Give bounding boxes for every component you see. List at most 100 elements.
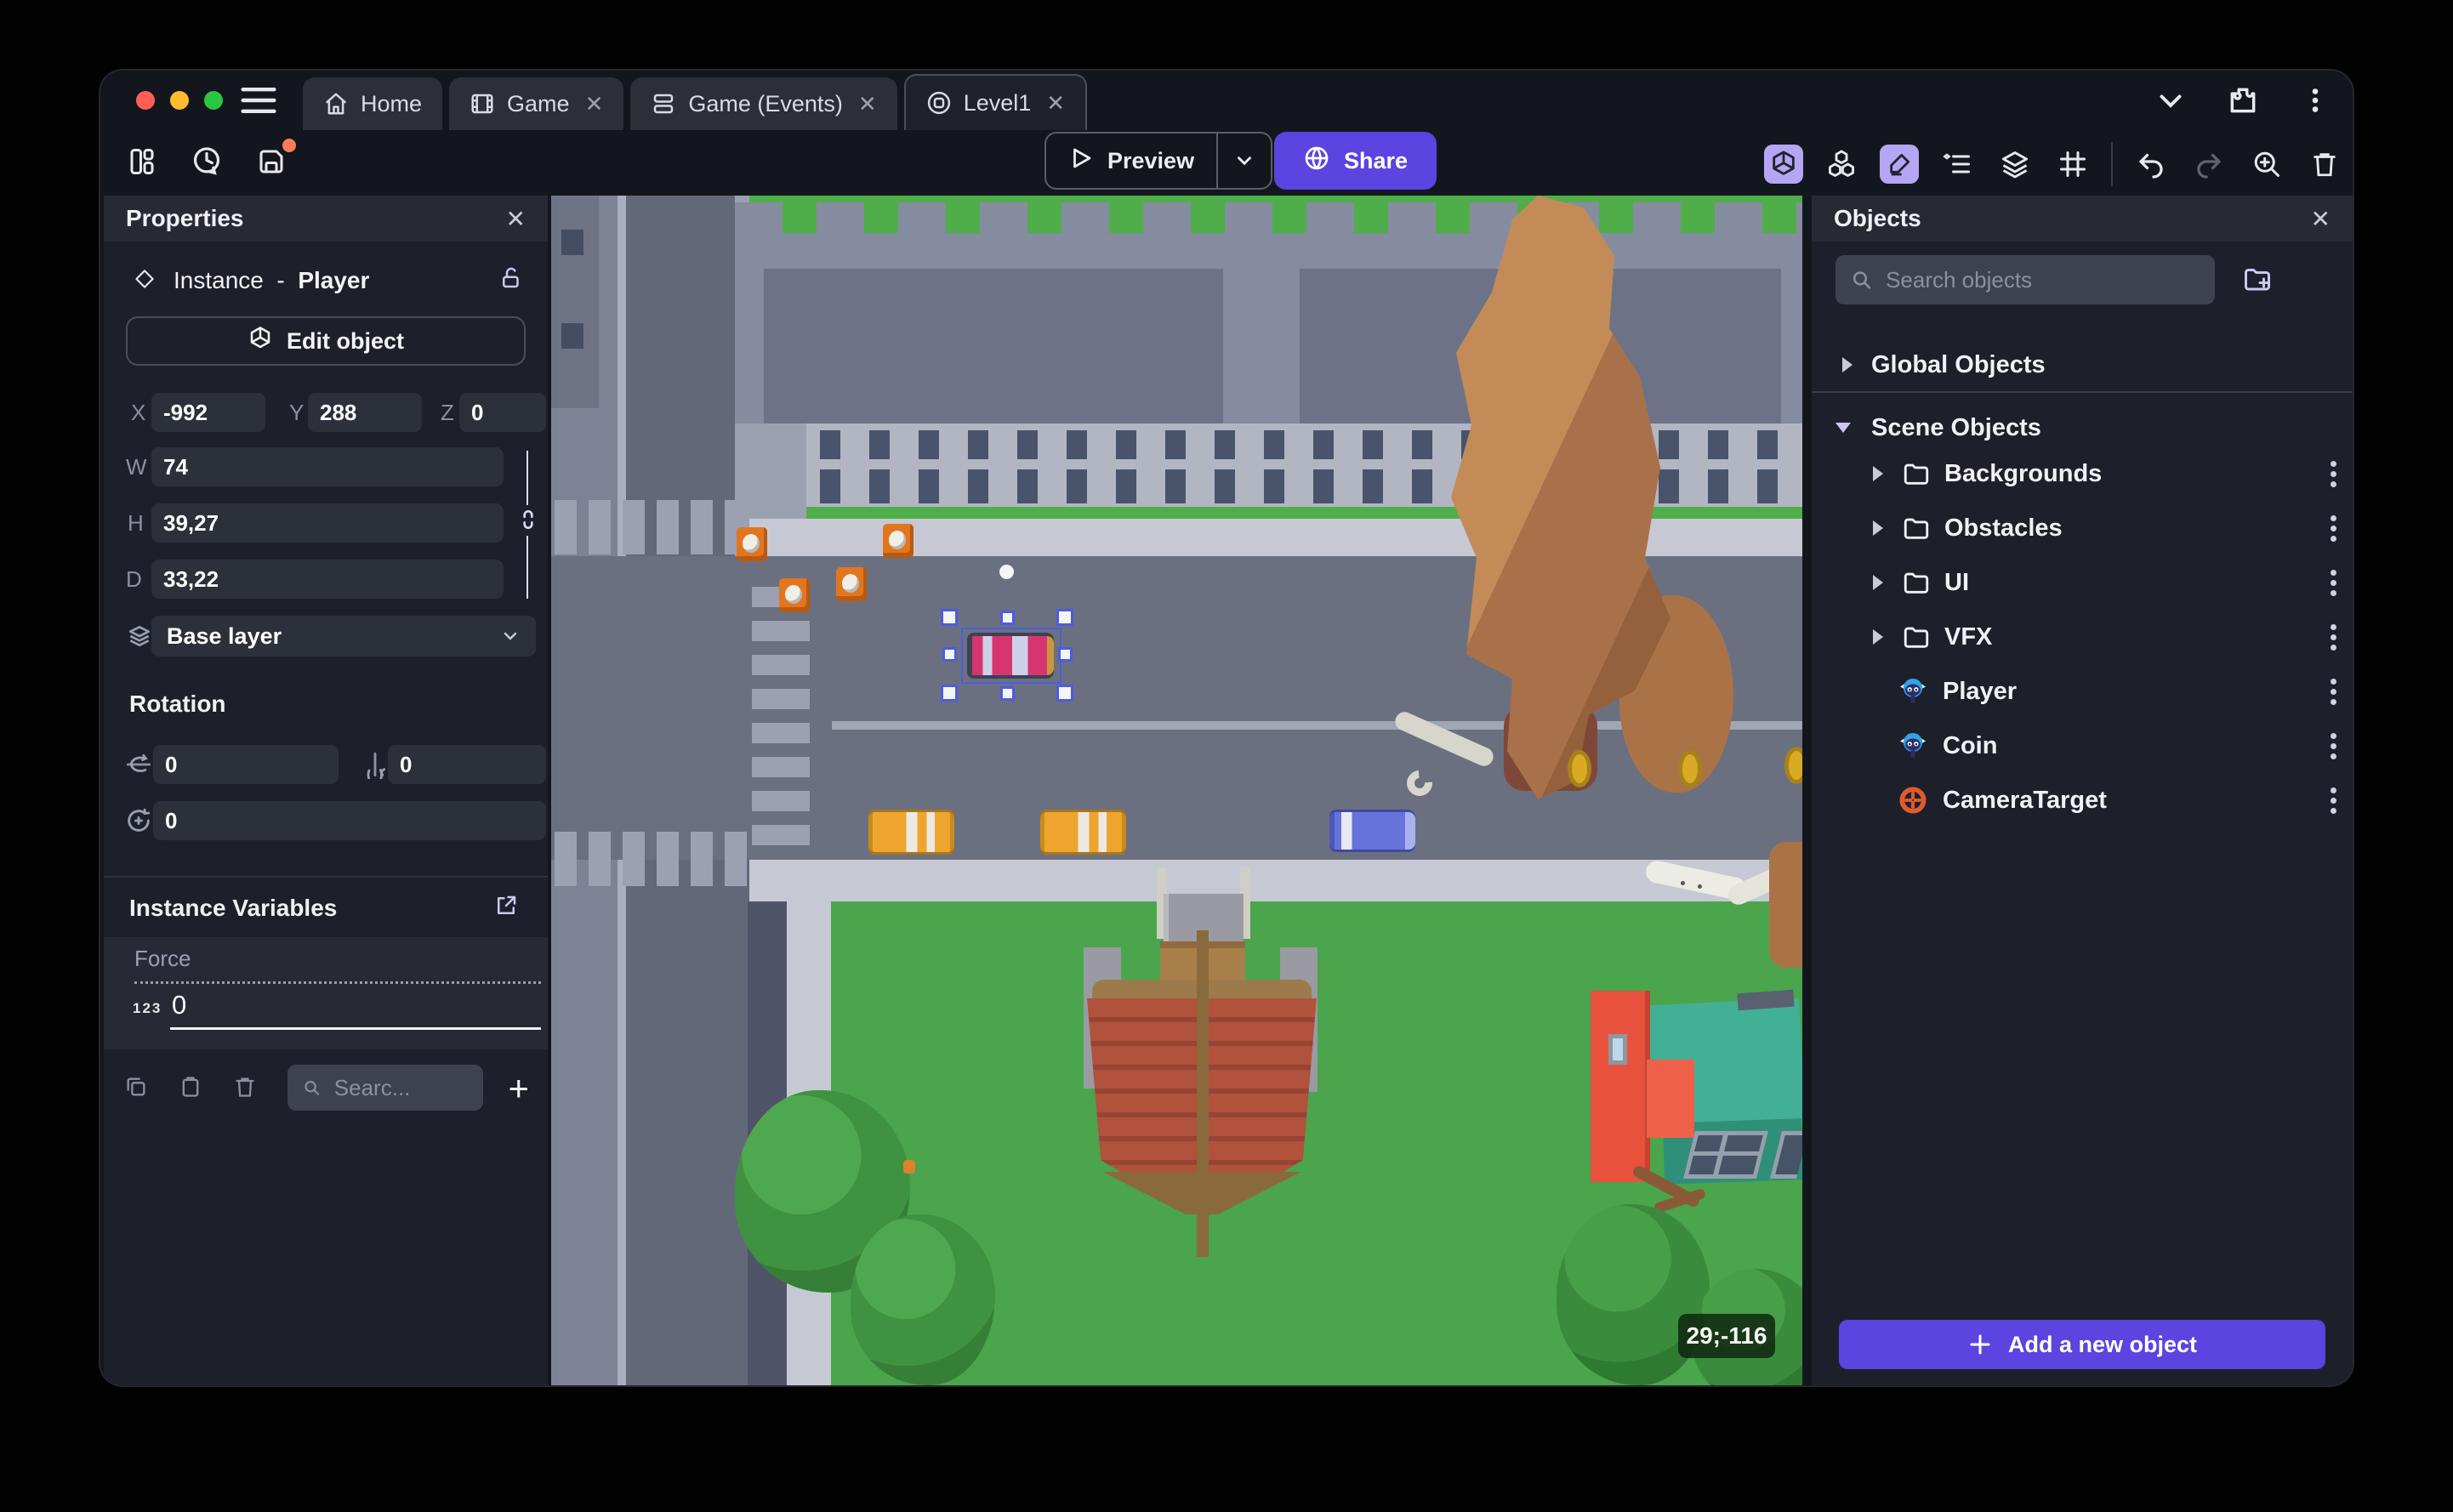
layer-select[interactable]: Base layer [151,616,536,657]
close-icon[interactable]: ✕ [858,91,877,117]
variable-name[interactable]: Force [134,946,191,972]
rotation-y-input[interactable] [388,745,546,784]
global-objects-group[interactable]: Global Objects [1812,338,2353,391]
player-car-selected[interactable] [967,633,1054,679]
row-menu-icon[interactable] [2329,783,2337,818]
preview-options-button[interactable] [1216,134,1271,188]
more-menu-icon[interactable] [2300,85,2331,120]
coin[interactable] [1784,747,1802,784]
close-icon[interactable]: ✕ [1046,90,1065,117]
screen: Home Game ✕ Game (Events) ✕ Level1 ✕ Pre… [0,0,2453,1512]
row-menu-icon[interactable] [2329,511,2337,546]
row-menu-icon[interactable] [2329,674,2337,709]
instances-list-icon[interactable] [1938,145,1977,184]
save-icon[interactable] [252,139,296,181]
w-input[interactable] [151,447,504,486]
tab-game[interactable]: Game ✕ [449,77,624,130]
d-input[interactable] [151,560,504,599]
row-menu-icon[interactable] [2329,620,2337,655]
preview-button[interactable]: Preview [1046,134,1216,188]
taxi-car[interactable] [1040,810,1126,855]
crate-obstacle[interactable] [836,567,867,601]
variables-search[interactable] [287,1065,483,1111]
coin[interactable] [1678,750,1702,787]
rotation-z-input[interactable] [153,801,546,840]
grid-icon[interactable] [2053,145,2092,184]
copy-icon[interactable] [124,1075,148,1103]
building-west[interactable] [551,196,599,408]
crate-obstacle[interactable] [883,524,913,558]
object-row-coin[interactable]: Coin [1812,719,2353,772]
object-row-cameratarget[interactable]: CameraTarget [1812,774,2353,827]
rotation-handle[interactable] [999,565,1014,579]
delete-variable-icon[interactable] [233,1075,257,1103]
redo-icon[interactable] [2189,145,2228,184]
add-new-object-button[interactable]: Add a new object [1839,1320,2325,1369]
h-input[interactable] [151,503,504,543]
objects-search-input[interactable] [1884,265,2200,294]
object-row-ui[interactable]: UI [1812,556,2353,609]
traffic-light-zoom[interactable] [204,91,223,110]
add-folder-icon[interactable] [2242,264,2273,298]
selection-handle[interactable] [1056,685,1073,702]
z-input[interactable] [459,393,546,432]
scene-objects-group[interactable]: Scene Objects [1812,401,2353,454]
paste-icon[interactable] [179,1075,202,1103]
rotation-x-input[interactable] [153,745,339,784]
folder-icon [1904,463,1929,485]
menu-icon[interactable] [240,86,277,115]
undo-icon[interactable] [2131,145,2171,184]
selection-handle[interactable] [942,647,957,662]
crate-obstacle[interactable] [737,527,767,561]
objects-blocks-tool-icon[interactable] [1822,145,1861,184]
object-row-vfx[interactable]: VFX [1812,611,2353,663]
object-row-backgrounds[interactable]: Backgrounds [1812,447,2353,500]
tab-level1[interactable]: Level1 ✕ [903,74,1088,130]
taxi-car[interactable] [868,810,954,855]
variables-search-input[interactable] [332,1073,468,1102]
row-menu-icon[interactable] [2329,457,2337,492]
row-menu-icon[interactable] [2329,729,2337,764]
link-dimensions-icon[interactable] [517,509,539,535]
tree[interactable] [851,1214,995,1385]
selection-handle[interactable] [1000,611,1015,625]
variable-value[interactable]: 0 [172,990,186,1020]
unlock-icon[interactable] [498,265,524,295]
history-icon[interactable] [187,142,226,181]
chevron-down-icon[interactable] [2155,85,2186,120]
blue-car[interactable] [1329,810,1415,852]
share-button[interactable]: Share [1274,132,1437,190]
panels-layout-icon[interactable] [122,142,162,181]
edit-tool-icon[interactable] [1880,145,1919,184]
tab-home[interactable]: Home [303,77,443,130]
coin[interactable] [1568,750,1591,787]
traffic-light-minimize[interactable] [170,91,189,110]
traffic-light-close[interactable] [136,91,155,110]
selection-handle[interactable] [1058,647,1073,662]
row-menu-icon[interactable] [2329,566,2337,600]
edit-object-button[interactable]: Edit object [126,316,526,366]
trash-icon[interactable] [2305,145,2344,184]
selection-handle[interactable] [941,609,958,626]
object-row-player[interactable]: Player [1812,665,2353,718]
3d-view-tool-icon[interactable] [1764,145,1803,184]
layers-icon[interactable] [1995,145,2035,184]
extensions-puzzle-icon[interactable] [2227,84,2259,121]
x-input[interactable] [151,393,265,432]
zoom-in-icon[interactable] [2247,145,2286,184]
tree[interactable] [1557,1204,1710,1385]
y-input[interactable] [308,393,422,432]
object-row-obstacles[interactable]: Obstacles [1812,502,2353,554]
open-variables-icon[interactable] [493,893,519,923]
add-variable-button[interactable]: + [508,1068,529,1109]
close-icon[interactable]: ✕ [585,91,604,117]
selection-handle[interactable] [1056,609,1073,626]
tab-game-events[interactable]: Game (Events) ✕ [630,77,897,130]
scene-canvas[interactable]: 29;-116 [551,196,1802,1385]
selection-handle[interactable] [941,685,958,702]
objects-search[interactable] [1835,255,2215,304]
selection-handle[interactable] [1000,686,1015,701]
close-icon[interactable]: ✕ [506,205,526,233]
close-icon[interactable]: ✕ [2311,205,2331,233]
crate-obstacle[interactable] [779,578,810,612]
